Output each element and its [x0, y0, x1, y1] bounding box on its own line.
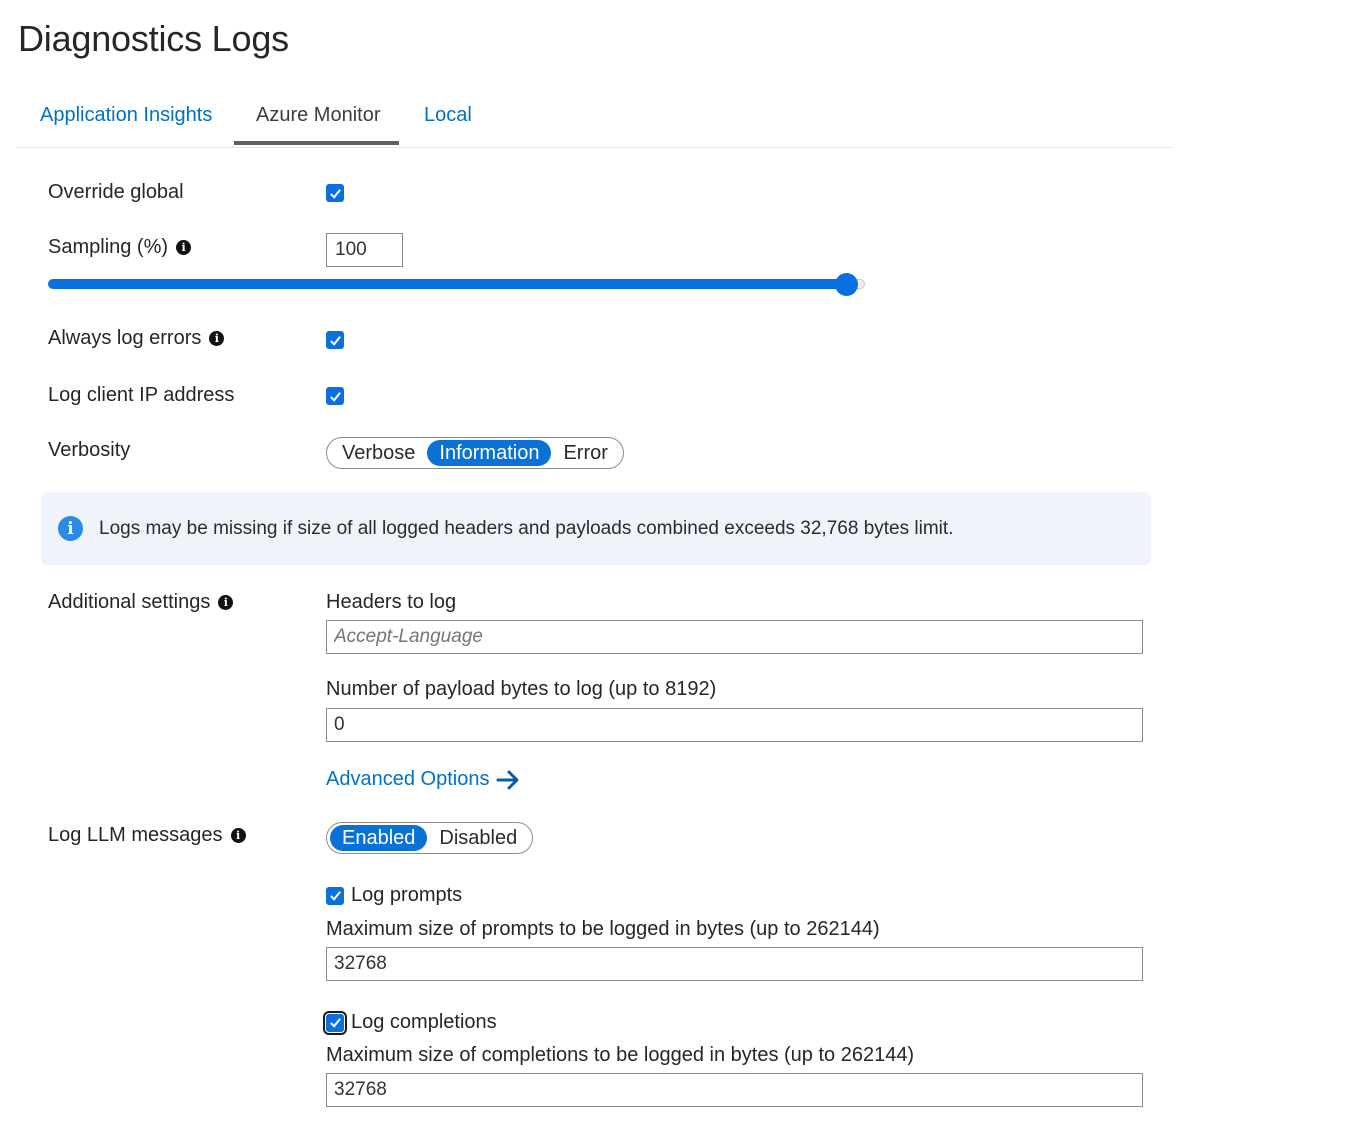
- checkmark-icon: [329, 335, 341, 346]
- info-banner: i Logs may be missing if size of all log…: [41, 492, 1151, 565]
- prompts-max-input[interactable]: [326, 947, 1143, 981]
- sampling-text: Sampling (%): [48, 236, 169, 258]
- completions-max-input[interactable]: [326, 1073, 1143, 1107]
- info-icon[interactable]: i: [209, 331, 225, 346]
- verbosity-option-error[interactable]: Error: [551, 440, 619, 466]
- always-log-errors-checkbox[interactable]: [326, 331, 344, 349]
- override-global-label: Override global: [48, 181, 184, 204]
- override-global-checkbox[interactable]: [326, 184, 344, 202]
- verbosity-text: Verbosity: [48, 439, 131, 461]
- info-icon[interactable]: i: [230, 828, 246, 843]
- tab-application-insights[interactable]: Application Insights: [40, 104, 212, 127]
- sampling-input[interactable]: [326, 233, 403, 267]
- override-global-text: Override global: [48, 181, 184, 203]
- additional-settings-label: Additional settings i: [48, 591, 234, 614]
- llm-segmented-control: Enabled Disabled: [326, 822, 534, 854]
- verbosity-label: Verbosity: [48, 439, 130, 462]
- tabs-divider: [17, 147, 1173, 148]
- sampling-slider-thumb[interactable]: [835, 273, 858, 296]
- tab-azure-monitor[interactable]: Azure Monitor: [256, 104, 381, 127]
- checkmark-icon: [329, 1018, 341, 1028]
- checkmark-icon: [329, 188, 341, 199]
- info-icon: i: [58, 516, 83, 541]
- arrow-right-icon: [496, 770, 519, 789]
- payload-bytes-input[interactable]: [326, 708, 1143, 742]
- advanced-options-link[interactable]: Advanced Options: [326, 768, 521, 791]
- info-icon[interactable]: i: [218, 595, 234, 610]
- log-completions-checkbox[interactable]: [323, 1010, 347, 1035]
- info-banner-text: Logs may be missing if size of all logge…: [99, 517, 954, 539]
- payload-bytes-label: Number of payload bytes to log (up to 81…: [326, 678, 717, 700]
- checkmark-icon: [329, 391, 341, 402]
- log-client-ip-checkbox[interactable]: [326, 387, 344, 405]
- verbosity-option-verbose[interactable]: Verbose: [330, 440, 427, 466]
- headers-to-log-input[interactable]: [326, 620, 1143, 654]
- verbosity-segmented-control: Verbose Information Error: [326, 437, 624, 469]
- sampling-label: Sampling (%) i: [48, 236, 192, 259]
- checkmark-icon: [329, 891, 341, 901]
- sampling-slider-fill: [48, 279, 851, 289]
- page-title: Diagnostics Logs: [18, 18, 289, 59]
- tab-local[interactable]: Local: [424, 104, 472, 127]
- always-log-errors-text: Always log errors: [48, 327, 202, 349]
- llm-option-enabled[interactable]: Enabled: [330, 825, 428, 851]
- log-client-ip-text: Log client IP address: [48, 384, 235, 406]
- log-llm-messages-label: Log LLM messages i: [48, 824, 246, 847]
- advanced-options-text: Advanced Options: [326, 768, 490, 790]
- log-completions-text: Log completions: [351, 1011, 497, 1033]
- log-prompts-text: Log prompts: [351, 884, 463, 906]
- verbosity-option-information[interactable]: Information: [427, 440, 552, 466]
- log-completions-row: Log completions: [323, 1010, 497, 1035]
- info-icon[interactable]: i: [176, 240, 192, 255]
- always-log-errors-label: Always log errors i: [48, 327, 225, 350]
- log-llm-messages-text: Log LLM messages: [48, 824, 223, 846]
- active-tab-indicator: [234, 141, 399, 145]
- llm-option-disabled[interactable]: Disabled: [427, 825, 529, 851]
- log-prompts-checkbox[interactable]: [326, 886, 344, 905]
- completions-max-label: Maximum size of completions to be logged…: [326, 1044, 915, 1066]
- prompts-max-label: Maximum size of prompts to be logged in …: [326, 918, 880, 940]
- log-prompts-row: Log prompts: [326, 884, 462, 907]
- log-client-ip-label: Log client IP address: [48, 384, 234, 407]
- additional-settings-text: Additional settings: [48, 591, 211, 613]
- headers-to-log-label: Headers to log: [326, 591, 457, 613]
